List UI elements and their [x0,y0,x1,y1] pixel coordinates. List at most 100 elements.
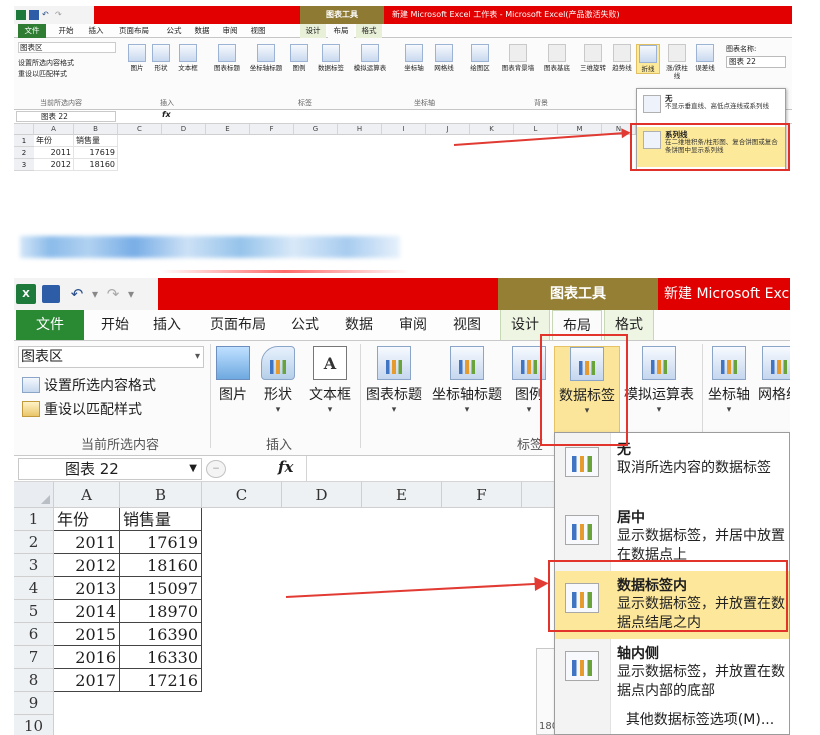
tab-layout[interactable]: 布局 [328,24,354,38]
tab-home[interactable]: 开始 [92,310,138,340]
column-header[interactable]: B [120,482,202,508]
tab-formulas[interactable]: 公式 [282,310,328,340]
chart-title-button[interactable]: 图表标题 ▾ [362,346,426,416]
cell-b6[interactable]: 16390 [120,623,202,646]
column-header[interactable]: D [162,124,206,135]
shape-button[interactable]: 形状 ▾ [258,346,298,416]
gridlines-button[interactable]: 网格线 [430,44,458,72]
chart-floor-button[interactable]: 图表基底 [540,44,574,72]
column-header[interactable]: D [282,482,362,508]
chart-element-select[interactable]: 图表区 [18,42,116,53]
row-header[interactable]: 3 [14,554,54,577]
column-header[interactable]: A [34,124,74,135]
reset-style-button[interactable]: 重设以匹配样式 [18,69,67,79]
column-header[interactable]: G [294,124,338,135]
tab-review[interactable]: 审阅 [390,310,436,340]
tab-design[interactable]: 设计 [300,24,326,38]
cell-b2[interactable]: 17619 [120,531,202,554]
row-header[interactable]: 1 [14,135,34,147]
tab-review[interactable]: 审阅 [218,24,242,38]
more-data-label-options[interactable]: 其他数据标签选项(M)... [611,709,789,731]
tab-data[interactable]: 数据 [190,24,214,38]
grid-corner[interactable] [14,124,34,135]
redo-icon[interactable]: ↷ [55,10,65,20]
tab-format[interactable]: 格式 [356,24,382,38]
select-all-corner[interactable] [14,482,54,508]
tab-view[interactable]: 视图 [246,24,270,38]
cell-b1[interactable]: 销售量 [74,135,118,147]
row-header[interactable]: 4 [14,577,54,600]
column-header[interactable]: A [54,482,120,508]
customize-toolbar-icon[interactable]: ▾ [128,287,134,301]
cell-a6[interactable]: 2015 [54,623,120,646]
column-header[interactable]: L [514,124,558,135]
tab-home[interactable]: 开始 [54,24,78,38]
dropdown-arrow-icon[interactable]: ▾ [92,287,98,301]
plot-area-button[interactable]: 绘图区 [466,44,494,72]
cell-b1[interactable]: 销售量 [120,508,202,531]
up-down-bars-button[interactable]: 涨/跌柱线 [664,44,690,80]
column-header[interactable]: C [202,482,282,508]
row-header[interactable]: 3 [14,159,34,171]
textbox-button[interactable]: 文本框 [174,44,202,72]
cell-b7[interactable]: 16330 [120,646,202,669]
legend-button[interactable]: 图例 [288,44,310,72]
column-header[interactable]: J [426,124,470,135]
cell-a2[interactable]: 2011 [34,147,74,159]
data-labels-button[interactable]: 数据标签 [314,44,348,72]
cell-a3[interactable]: 2012 [54,554,120,577]
save-icon[interactable] [29,10,39,20]
tab-file[interactable]: 文件 [18,24,46,38]
column-header[interactable]: E [206,124,250,135]
tab-page-layout[interactable]: 页面布局 [200,310,276,340]
column-header[interactable]: E [362,482,442,508]
format-selection-button[interactable]: 设置所选内容格式 [18,58,74,68]
row-header[interactable]: 10 [14,715,54,735]
cell-b2[interactable]: 17619 [74,147,118,159]
cell-b5[interactable]: 18970 [120,600,202,623]
data-table-button[interactable]: 模拟运算表 ▾ [620,346,698,416]
row-header[interactable]: 2 [14,147,34,159]
column-header[interactable]: B [74,124,118,135]
column-header[interactable]: H [338,124,382,135]
tab-view[interactable]: 视图 [444,310,490,340]
cell-a8[interactable]: 2017 [54,669,120,692]
cell-b4[interactable]: 15097 [120,577,202,600]
row-header[interactable]: 5 [14,600,54,623]
chart-element-select[interactable]: 图表区 ▾ [18,346,204,368]
row-header[interactable]: 2 [14,531,54,554]
picture-button[interactable]: 图片 [126,44,148,72]
shape-button[interactable]: 形状 [150,44,172,72]
tab-insert[interactable]: 插入 [144,310,190,340]
chart-wall-button[interactable]: 图表背景墙 [498,44,538,72]
lines-button[interactable]: 折线 [636,44,660,74]
picture-button[interactable]: 图片 [214,346,252,404]
cell-a3[interactable]: 2012 [34,159,74,171]
column-header[interactable]: C [118,124,162,135]
axis-title-button[interactable]: 坐标轴标题 ▾ [426,346,508,416]
trendline-button[interactable]: 趋势线 [610,44,634,72]
tab-file[interactable]: 文件 [16,310,84,340]
row-header[interactable]: 9 [14,692,54,715]
column-header[interactable]: I [382,124,426,135]
tab-insert[interactable]: 插入 [84,24,108,38]
chart-title-button[interactable]: 图表标题 [210,44,244,72]
undo-icon[interactable]: ↶ [42,10,52,20]
name-box[interactable]: 图表 22 [16,111,116,122]
redo-icon[interactable]: ↷ [102,283,124,305]
cell-a1[interactable]: 年份 [54,508,120,531]
cell-a7[interactable]: 2016 [54,646,120,669]
column-header[interactable]: F [442,482,522,508]
save-button[interactable] [40,283,62,305]
axis-title-button[interactable]: 坐标轴标题 [246,44,286,72]
row-header[interactable]: 7 [14,646,54,669]
chart-name-input[interactable]: 图表 22 [726,56,786,68]
tab-data[interactable]: 数据 [336,310,382,340]
cell-a1[interactable]: 年份 [34,135,74,147]
cell-a5[interactable]: 2014 [54,600,120,623]
row-header[interactable]: 6 [14,623,54,646]
menu-item-none[interactable]: 无 不显示垂直线、高低点连线或系列线 [637,91,785,121]
axis-button[interactable]: 坐标轴 ▾ [704,346,754,416]
cell-a4[interactable]: 2013 [54,577,120,600]
data-table-button[interactable]: 模拟运算表 [350,44,390,72]
